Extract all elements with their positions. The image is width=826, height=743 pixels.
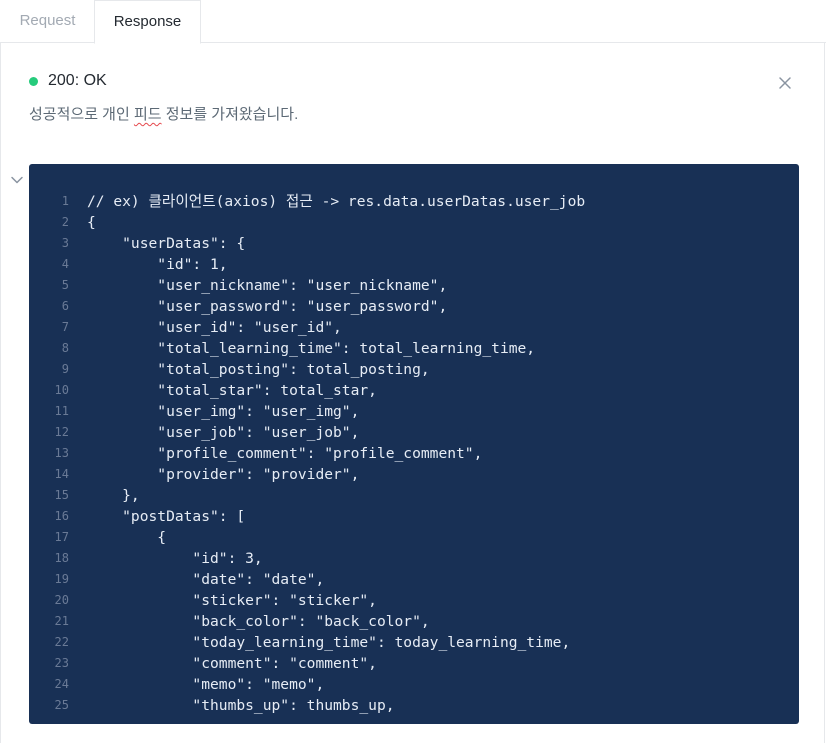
line-number: 5 (61, 278, 69, 292)
line-number: 1 (61, 194, 69, 208)
line-number: 14 (54, 467, 69, 481)
line-number: 10 (54, 383, 69, 397)
response-description: 성공적으로 개인 피드 정보를 가져왔습니다. (29, 103, 298, 124)
code-line: 5 "user_nickname": "user_nickname", (29, 275, 799, 296)
line-number: 23 (54, 656, 69, 670)
code-line: 18 "id": 3, (29, 548, 799, 569)
code-line: 8 "total_learning_time": total_learning_… (29, 338, 799, 359)
code-block: 1 // ex) 클라이언트(axios) 접근 -> res.data.user… (29, 164, 799, 724)
line-number: 9 (61, 362, 69, 376)
close-icon[interactable] (777, 75, 793, 91)
code-line: 15 }, (29, 485, 799, 506)
code-text: "user_nickname": "user_nickname", (87, 277, 448, 294)
code-text: "total_learning_time": total_learning_ti… (87, 340, 536, 357)
code-text: }, (87, 487, 140, 504)
tab-request[interactable]: Request (0, 0, 95, 43)
code-line: 25 "thumbs_up": thumbs_up, (29, 695, 799, 716)
description-text-after: 정보를 가져왔습니다. (161, 106, 299, 123)
code-text: "user_job": "user_job", (87, 424, 360, 441)
code-lines: 1 // ex) 클라이언트(axios) 접근 -> res.data.user… (29, 191, 799, 716)
line-number: 11 (54, 404, 69, 418)
description-text-highlight: 피드 (133, 106, 162, 123)
line-number: 16 (54, 509, 69, 523)
code-text: "postDatas": [ (87, 508, 246, 525)
line-number: 12 (54, 425, 69, 439)
line-number: 24 (54, 677, 69, 691)
code-line: 23 "comment": "comment", (29, 653, 799, 674)
code-text: "comment": "comment", (87, 655, 377, 672)
tab-response[interactable]: Response (94, 0, 201, 44)
code-text: "user_id": "user_id", (87, 319, 342, 336)
code-text: "id": 3, (87, 550, 263, 567)
line-number: 3 (61, 236, 69, 250)
code-text: "date": "date", (87, 571, 325, 588)
code-line: 16 "postDatas": [ (29, 506, 799, 527)
tab-bar: Request Response (0, 0, 826, 44)
code-text: "total_star": total_star, (87, 382, 377, 399)
code-line: 13 "profile_comment": "profile_comment", (29, 443, 799, 464)
code-line: 11 "user_img": "user_img", (29, 401, 799, 422)
code-text: "userDatas": { (87, 235, 246, 252)
code-line: 1 // ex) 클라이언트(axios) 접근 -> res.data.user… (29, 191, 799, 212)
code-line: 10 "total_star": total_star, (29, 380, 799, 401)
line-number: 13 (54, 446, 69, 460)
chevron-down-icon[interactable] (9, 172, 25, 188)
code-line: 4 "id": 1, (29, 254, 799, 275)
code-line: 17 { (29, 527, 799, 548)
line-number: 2 (61, 215, 69, 229)
code-line: 21 "back_color": "back_color", (29, 611, 799, 632)
code-text: "provider": "provider", (87, 466, 360, 483)
code-text: "thumbs_up": thumbs_up, (87, 697, 395, 714)
code-text: "user_password": "user_password", (87, 298, 448, 315)
line-number: 25 (54, 698, 69, 712)
status-dot-icon (29, 76, 38, 86)
code-text: "memo": "memo", (87, 676, 325, 693)
code-text: "sticker": "sticker", (87, 592, 377, 609)
line-number: 19 (54, 572, 69, 586)
code-text: "user_img": "user_img", (87, 403, 360, 420)
code-line: 3 "userDatas": { (29, 233, 799, 254)
code-text: "total_posting": total_posting, (87, 361, 430, 378)
code-line: 24 "memo": "memo", (29, 674, 799, 695)
status-row: 200: OK (29, 70, 107, 92)
code-text: { (87, 529, 167, 546)
code-line: 20 "sticker": "sticker", (29, 590, 799, 611)
line-number: 20 (54, 593, 69, 607)
code-line: 7 "user_id": "user_id", (29, 317, 799, 338)
description-text-before: 성공적으로 개인 (29, 106, 134, 123)
line-number: 6 (61, 299, 69, 313)
code-line: 12 "user_job": "user_job", (29, 422, 799, 443)
code-text: "back_color": "back_color", (87, 613, 430, 630)
line-number: 17 (54, 530, 69, 544)
code-text: { (87, 214, 96, 231)
line-number: 22 (54, 635, 69, 649)
line-number: 21 (54, 614, 69, 628)
line-number: 8 (61, 341, 69, 355)
code-line: 9 "total_posting": total_posting, (29, 359, 799, 380)
code-text: // ex) 클라이언트(axios) 접근 -> res.data.userD… (87, 193, 586, 210)
status-code: 200: OK (48, 72, 107, 89)
line-number: 18 (54, 551, 69, 565)
code-line: 14 "provider": "provider", (29, 464, 799, 485)
code-line: 2{ (29, 212, 799, 233)
line-number: 7 (61, 320, 69, 334)
code-text: "profile_comment": "profile_comment", (87, 445, 483, 462)
code-line: 6 "user_password": "user_password", (29, 296, 799, 317)
code-line: 22 "today_learning_time": today_learning… (29, 632, 799, 653)
line-number: 4 (61, 257, 69, 271)
code-line: 19 "date": "date", (29, 569, 799, 590)
line-number: 15 (54, 488, 69, 502)
code-text: "id": 1, (87, 256, 228, 273)
code-text: "today_learning_time": today_learning_ti… (87, 634, 571, 651)
